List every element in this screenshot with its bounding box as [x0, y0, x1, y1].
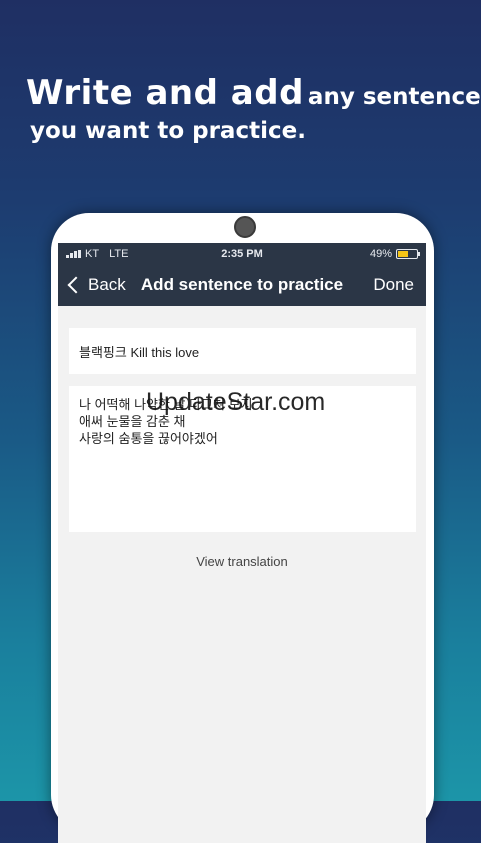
- phone-screen: KT LTE 2:35 PM 49% Back Add sentence to …: [58, 243, 426, 843]
- headline-line-1: Write and add any sentence: [26, 76, 481, 110]
- done-button[interactable]: Done: [373, 275, 414, 295]
- watermark: UpdateStar.com: [146, 388, 326, 416]
- camera-icon: [234, 216, 256, 238]
- battery-fill: [398, 250, 408, 257]
- battery-icon: [396, 248, 420, 259]
- headline-small-text: any sentence: [307, 84, 481, 110]
- chevron-left-icon: [67, 276, 85, 294]
- back-button[interactable]: Back: [66, 275, 126, 295]
- form-content: 나 어떡해 나약한 날 다그쳐 보지 애써 눈물을 감춘 채 사랑의 숨통을 끊…: [58, 306, 426, 569]
- headline-line-2: you want to practice.: [30, 118, 306, 144]
- battery-percent: 49%: [369, 247, 392, 260]
- headline: Write and add any sentence you want to pr…: [26, 76, 481, 143]
- phone-frame: KT LTE 2:35 PM 49% Back Add sentence to …: [51, 213, 434, 843]
- status-bar: KT LTE 2:35 PM 49%: [58, 243, 426, 264]
- back-label: Back: [88, 275, 126, 294]
- status-right: 49%: [369, 247, 420, 260]
- nav-bar: Back Add sentence to practice Done: [58, 264, 426, 306]
- headline-big-text: Write and add: [26, 73, 304, 113]
- sentence-title-input[interactable]: [69, 328, 416, 374]
- view-translation-button[interactable]: View translation: [69, 554, 415, 569]
